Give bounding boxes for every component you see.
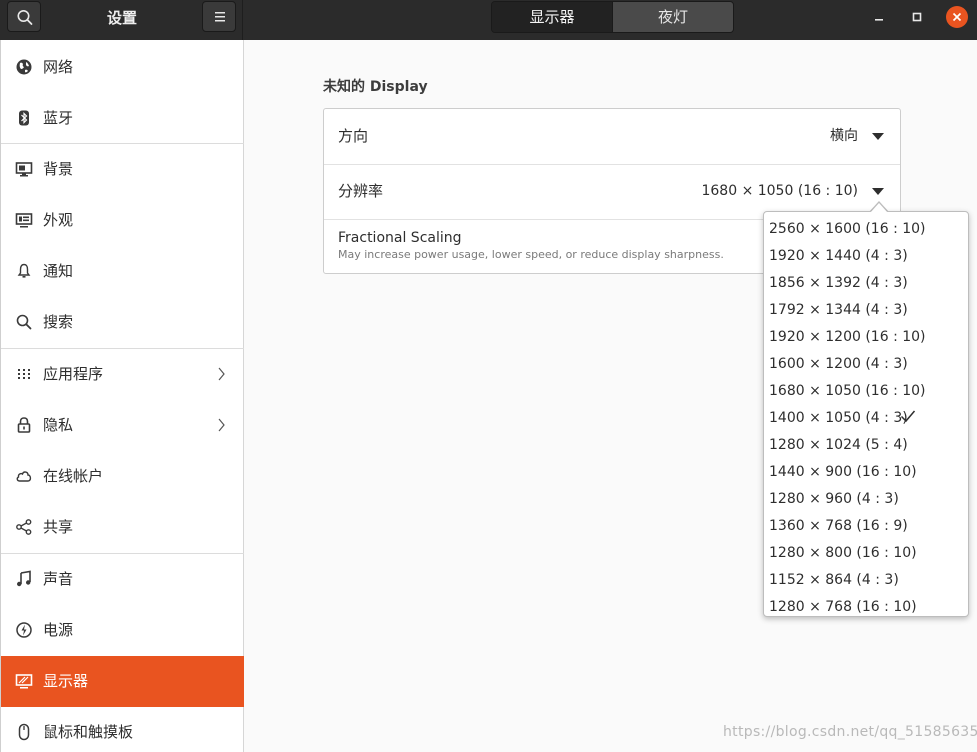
minimize-icon — [875, 19, 883, 21]
header-bar: 设置 显示器 夜灯 — [0, 0, 977, 40]
resolution-option[interactable]: 1280 × 960 (4 : 3) — [769, 486, 899, 513]
resolution-option[interactable]: 1920 × 1440 (4 : 3) — [769, 243, 908, 270]
orientation-label: 方向 — [338, 127, 369, 145]
resolution-option[interactable]: 2560 × 1600 (16 : 10) — [769, 216, 926, 243]
share-icon — [16, 519, 32, 535]
resolution-option[interactable]: 1920 × 1200 (16 : 10) — [769, 324, 926, 351]
sidebar-item-label: 隐私 — [43, 416, 74, 434]
sidebar-item-mouse-touchpad[interactable]: 鼠标和触摸板 — [1, 707, 244, 752]
close-icon — [952, 12, 962, 22]
sidebar-item-label: 蓝牙 — [43, 109, 74, 127]
sidebar-item-label: 显示器 — [43, 672, 89, 690]
sidebar-header: 设置 — [0, 0, 243, 40]
app-title: 设置 — [106, 9, 137, 27]
sidebar-item-label: 在线帐户 — [43, 467, 104, 485]
sidebar-item-label: 背景 — [43, 160, 74, 178]
lock-icon — [17, 417, 31, 433]
resolution-option[interactable]: 1280 × 1024 (5 : 4) — [769, 432, 908, 459]
resolution-option[interactable]: 1600 × 1200 (4 : 3) — [769, 351, 908, 378]
maximize-button[interactable] — [906, 6, 928, 28]
display-name-heading: 未知的 Display — [323, 79, 428, 95]
view-switcher: 显示器 夜灯 — [491, 1, 734, 33]
sidebar-item-label: 搜索 — [43, 313, 74, 331]
sidebar-item-sound[interactable]: 声音 — [1, 554, 244, 605]
sidebar-item-background[interactable]: 背景 — [1, 144, 244, 195]
resolution-option[interactable]: 1360 × 768 (16 : 9) — [769, 513, 908, 540]
minimize-button[interactable] — [868, 6, 890, 28]
sidebar-item-power[interactable]: 电源 — [1, 605, 244, 656]
orientation-row[interactable]: 方向 横向 — [324, 109, 900, 164]
dropdown-arrow-icon — [872, 188, 884, 195]
sidebar-item-displays[interactable]: 显示器 — [1, 656, 244, 707]
background-icon — [15, 162, 33, 177]
sidebar-item-notifications[interactable]: 通知 — [1, 246, 244, 297]
watermark-text: https://blog.csdn.net/qq_51585635 — [723, 724, 977, 740]
sidebar-item-privacy[interactable]: 隐私 — [1, 400, 244, 451]
sidebar-item-label: 应用程序 — [43, 365, 104, 383]
sidebar-item-search[interactable]: 搜索 — [1, 297, 244, 348]
sidebar-item-applications[interactable]: 应用程序 — [1, 349, 244, 400]
resolution-option[interactable]: 1280 × 768 (16 : 10) — [769, 594, 917, 616]
chevron-right-icon — [218, 418, 225, 432]
cloud-icon — [16, 471, 32, 482]
search-icon — [16, 314, 32, 330]
sidebar-item-label: 通知 — [43, 262, 74, 280]
resolution-popover: 2560 × 1600 (16 : 10) 1920 × 1440 (4 : 3… — [763, 211, 969, 617]
power-icon — [16, 622, 32, 638]
dropdown-arrow-icon — [872, 133, 884, 140]
resolution-option[interactable]: 1440 × 900 (16 : 10) — [769, 459, 917, 486]
bluetooth-icon — [19, 110, 29, 126]
orientation-value: 横向 — [830, 128, 858, 144]
tab-night-light[interactable]: 夜灯 — [612, 2, 733, 32]
fractional-scaling-description: May increase power usage, lower speed, o… — [338, 248, 724, 261]
sidebar-item-label: 电源 — [43, 621, 74, 639]
sidebar-item-bluetooth[interactable]: 蓝牙 — [1, 93, 244, 144]
music-note-icon — [17, 570, 31, 587]
apps-icon — [18, 369, 30, 379]
display-icon — [15, 674, 33, 689]
resolution-option[interactable]: 1856 × 1392 (4 : 3) — [769, 270, 908, 297]
checkmark-icon — [900, 410, 916, 423]
fractional-scaling-title: Fractional Scaling — [338, 230, 462, 246]
sidebar-item-label: 网络 — [43, 58, 74, 76]
mouse-icon — [18, 723, 30, 741]
resolution-option-selected[interactable]: 1400 × 1050 (4 : 3) — [769, 405, 908, 432]
maximize-icon — [912, 12, 922, 22]
sidebar-item-network[interactable]: 网络 — [1, 42, 244, 93]
sidebar-item-label: 声音 — [43, 570, 74, 588]
chevron-right-icon — [218, 367, 225, 381]
search-button[interactable] — [7, 1, 41, 32]
resolution-option[interactable]: 1152 × 864 (4 : 3) — [769, 567, 899, 594]
resolution-option[interactable]: 1280 × 800 (16 : 10) — [769, 540, 917, 567]
popover-pointer-fill — [870, 203, 888, 213]
appearance-icon — [15, 213, 33, 228]
sidebar-item-label: 外观 — [43, 211, 74, 229]
resolution-option[interactable]: 1792 × 1344 (4 : 3) — [769, 297, 908, 324]
sidebar-item-label: 鼠标和触摸板 — [43, 723, 134, 741]
sidebar-item-sharing[interactable]: 共享 — [1, 502, 244, 553]
tab-display[interactable]: 显示器 — [492, 2, 612, 32]
search-icon — [17, 10, 33, 25]
sidebar: 网络 蓝牙 背景 外观 通知 搜索 应用程序 隐私 在线帐户 共享 声音 电源 … — [0, 40, 244, 752]
resolution-option[interactable]: 1680 × 1050 (16 : 10) — [769, 378, 926, 405]
bell-icon — [17, 263, 31, 278]
resolution-label: 分辨率 — [338, 182, 384, 200]
hamburger-icon — [215, 12, 225, 22]
menu-button[interactable] — [202, 1, 236, 32]
sidebar-item-appearance[interactable]: 外观 — [1, 195, 244, 246]
network-icon — [16, 59, 32, 75]
close-button[interactable] — [946, 6, 968, 28]
sidebar-item-label: 共享 — [43, 518, 74, 536]
sidebar-item-online-accounts[interactable]: 在线帐户 — [1, 451, 244, 502]
